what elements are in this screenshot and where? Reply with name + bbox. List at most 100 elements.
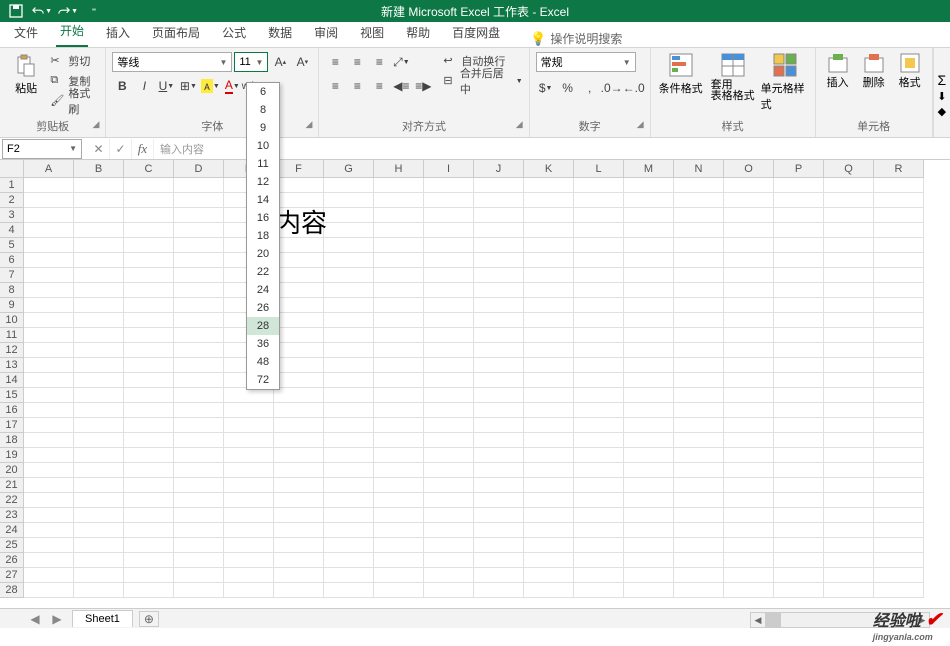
- cell[interactable]: [824, 373, 874, 388]
- cell[interactable]: [224, 448, 274, 463]
- cell[interactable]: [724, 538, 774, 553]
- cell[interactable]: [274, 523, 324, 538]
- cell[interactable]: [574, 343, 624, 358]
- cell[interactable]: [324, 523, 374, 538]
- menu-view[interactable]: 视图: [356, 20, 388, 47]
- cell[interactable]: [724, 418, 774, 433]
- cell[interactable]: [574, 418, 624, 433]
- cell[interactable]: [124, 238, 174, 253]
- cell[interactable]: [674, 358, 724, 373]
- cell[interactable]: [524, 418, 574, 433]
- cell[interactable]: [124, 388, 174, 403]
- cell[interactable]: [724, 283, 774, 298]
- cell[interactable]: [324, 463, 374, 478]
- column-header-M[interactable]: M: [624, 160, 674, 178]
- cell[interactable]: [124, 568, 174, 583]
- cell[interactable]: [524, 298, 574, 313]
- cell[interactable]: [24, 178, 74, 193]
- cell[interactable]: [174, 583, 224, 598]
- cell[interactable]: [74, 463, 124, 478]
- currency-button[interactable]: $▼: [536, 78, 556, 98]
- row-header[interactable]: 23: [0, 508, 24, 523]
- add-sheet-button[interactable]: ⊕: [139, 611, 159, 627]
- cell[interactable]: [624, 223, 674, 238]
- cell[interactable]: [74, 553, 124, 568]
- cell[interactable]: [474, 223, 524, 238]
- cell[interactable]: [24, 568, 74, 583]
- cell[interactable]: [724, 433, 774, 448]
- cell[interactable]: [774, 493, 824, 508]
- cell[interactable]: [574, 373, 624, 388]
- fill-color-button[interactable]: ᴀ▼: [200, 76, 220, 96]
- cell[interactable]: [474, 253, 524, 268]
- cell[interactable]: [24, 463, 74, 478]
- cell[interactable]: [524, 478, 574, 493]
- cell[interactable]: [674, 433, 724, 448]
- redo-icon[interactable]: ▼: [58, 1, 78, 21]
- cell[interactable]: [574, 403, 624, 418]
- cell[interactable]: [124, 268, 174, 283]
- cell[interactable]: [824, 358, 874, 373]
- cell[interactable]: [674, 298, 724, 313]
- cell[interactable]: [624, 328, 674, 343]
- cell[interactable]: [624, 343, 674, 358]
- cell[interactable]: [524, 238, 574, 253]
- cell[interactable]: [674, 418, 724, 433]
- cell[interactable]: [824, 283, 874, 298]
- cell[interactable]: [424, 223, 474, 238]
- cell[interactable]: [324, 223, 374, 238]
- indent-inc-button[interactable]: ≡▶: [413, 76, 433, 96]
- cell[interactable]: [124, 208, 174, 223]
- cell[interactable]: [874, 268, 924, 283]
- menu-file[interactable]: 文件: [10, 20, 42, 47]
- cell[interactable]: [274, 448, 324, 463]
- cell[interactable]: [424, 538, 474, 553]
- cell[interactable]: [674, 238, 724, 253]
- dec-decimal-button[interactable]: ←.0: [624, 78, 644, 98]
- cell[interactable]: [324, 298, 374, 313]
- cell[interactable]: [824, 193, 874, 208]
- cell[interactable]: [624, 553, 674, 568]
- cell[interactable]: [174, 268, 224, 283]
- percent-button[interactable]: %: [558, 78, 578, 98]
- tab-next-icon[interactable]: ▶: [46, 612, 68, 626]
- cell[interactable]: [324, 388, 374, 403]
- cell[interactable]: [274, 568, 324, 583]
- cell[interactable]: [74, 328, 124, 343]
- row-header[interactable]: 21: [0, 478, 24, 493]
- cell[interactable]: [774, 328, 824, 343]
- cell[interactable]: [524, 448, 574, 463]
- cell[interactable]: [374, 448, 424, 463]
- font-size-option[interactable]: 24: [247, 281, 279, 299]
- row-header[interactable]: 14: [0, 373, 24, 388]
- column-header-I[interactable]: I: [424, 160, 474, 178]
- cell[interactable]: [474, 178, 524, 193]
- row-header[interactable]: 5: [0, 238, 24, 253]
- row-header[interactable]: 25: [0, 538, 24, 553]
- cell[interactable]: [874, 463, 924, 478]
- cell[interactable]: [174, 298, 224, 313]
- cell[interactable]: [224, 388, 274, 403]
- cell[interactable]: [874, 493, 924, 508]
- number-format-combo[interactable]: 常规▼: [536, 52, 636, 72]
- row-header[interactable]: 4: [0, 223, 24, 238]
- cell[interactable]: [524, 208, 574, 223]
- cell[interactable]: [324, 208, 374, 223]
- cell[interactable]: [574, 583, 624, 598]
- cell[interactable]: [474, 238, 524, 253]
- cell[interactable]: [674, 268, 724, 283]
- cell[interactable]: [274, 583, 324, 598]
- cell[interactable]: [474, 283, 524, 298]
- cell[interactable]: [624, 208, 674, 223]
- cell[interactable]: [474, 478, 524, 493]
- cell[interactable]: [124, 193, 174, 208]
- cell[interactable]: [424, 583, 474, 598]
- cell[interactable]: [774, 223, 824, 238]
- cell[interactable]: [124, 433, 174, 448]
- cells-grid[interactable]: 入内容: [24, 178, 950, 608]
- cell[interactable]: [674, 493, 724, 508]
- column-header-C[interactable]: C: [124, 160, 174, 178]
- cell[interactable]: [124, 373, 174, 388]
- format-cells-button[interactable]: 格式: [894, 52, 926, 90]
- cell[interactable]: [324, 568, 374, 583]
